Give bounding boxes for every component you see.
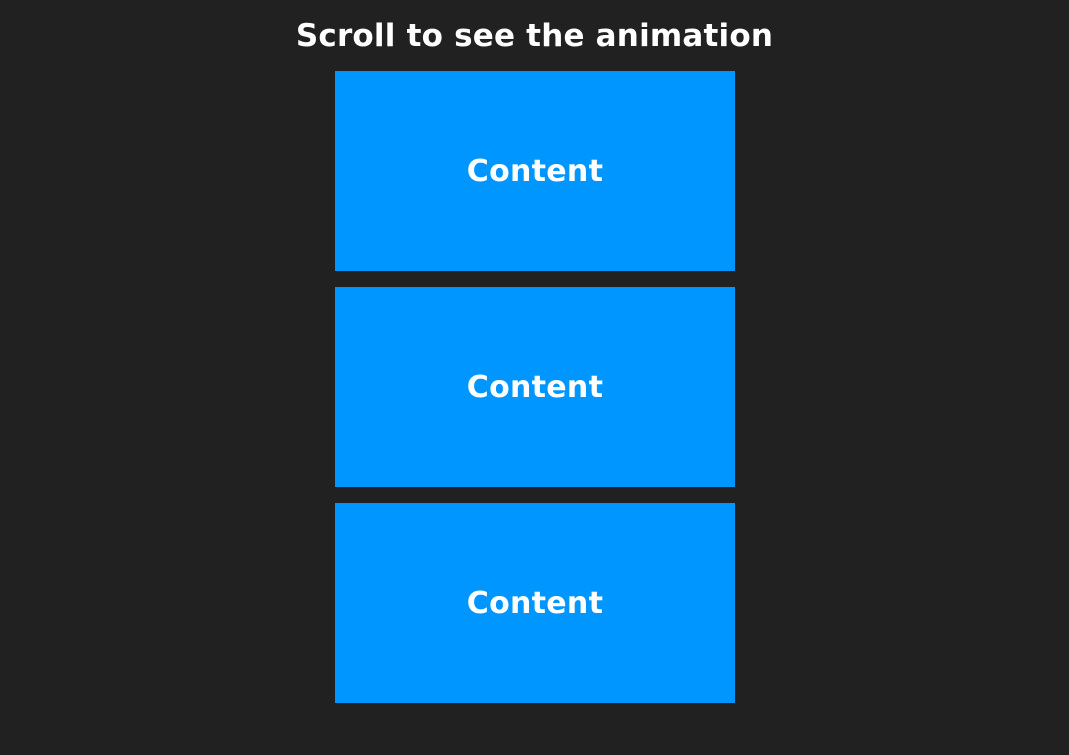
content-box: Content <box>335 71 735 271</box>
content-box-label: Content <box>466 585 604 621</box>
page-title: Scroll to see the animation <box>295 18 774 54</box>
content-box: Content <box>335 503 735 703</box>
content-box: Content <box>335 287 735 487</box>
content-box-list: Content Content Content <box>335 71 735 703</box>
content-box-label: Content <box>466 153 604 189</box>
content-box-label: Content <box>466 369 604 405</box>
